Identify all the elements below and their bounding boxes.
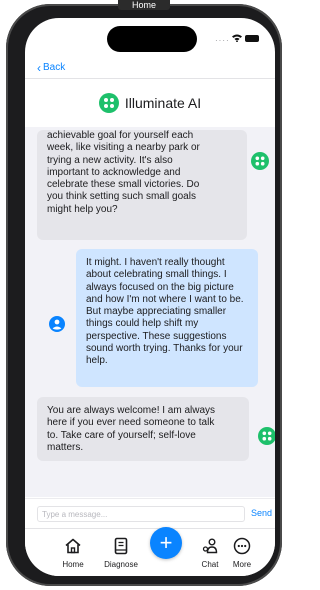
tab-more[interactable]: More (222, 531, 262, 575)
book-icon (114, 537, 128, 555)
user-avatar-icon (49, 316, 65, 332)
app-screen: ···· ‹ Back Illuminate AI achievable goa… (25, 18, 275, 576)
chat-messages[interactable]: achievable goal for yourself each week, … (25, 127, 275, 497)
page-title: Illuminate AI (124, 95, 202, 111)
bot-message: You are always welcome! I am always here… (37, 397, 249, 461)
back-button[interactable]: ‹ Back (37, 61, 65, 75)
tab-home[interactable]: Home (53, 531, 93, 575)
user-message: It might. I haven't really thought about… (76, 249, 258, 387)
illuminate-logo-icon (98, 93, 119, 113)
send-button[interactable]: Send (251, 508, 272, 518)
status-bar: ···· (25, 18, 275, 60)
wifi-icon (232, 34, 242, 42)
bottom-tab-bar: Home Diagnose + Chat More (25, 527, 275, 576)
message-composer: Send (25, 498, 275, 529)
back-label: Back (43, 62, 66, 73)
tab-more-label: More (232, 560, 252, 569)
chevron-left-icon: ‹ (37, 61, 41, 75)
battery-icon (245, 35, 259, 42)
header-bar: Illuminate AI (25, 78, 275, 128)
bot-avatar-icon (251, 152, 269, 170)
more-icon (233, 537, 251, 555)
tab-diagnose-label: Diagnose (104, 560, 138, 569)
add-button[interactable]: + (150, 527, 182, 559)
bot-message: achievable goal for yourself each week, … (37, 130, 247, 240)
dynamic-island (107, 26, 197, 52)
message-input[interactable] (37, 506, 245, 522)
plus-icon: + (159, 530, 173, 555)
bot-avatar-icon (258, 427, 275, 445)
chat-people-icon (202, 538, 218, 554)
window-title: Home (118, 0, 170, 10)
tab-diagnose[interactable]: Diagnose (101, 531, 141, 575)
phone-frame: ···· ‹ Back Illuminate AI achievable goa… (6, 4, 282, 586)
home-icon (65, 538, 81, 554)
signal-dots-icon: ···· (215, 36, 230, 45)
